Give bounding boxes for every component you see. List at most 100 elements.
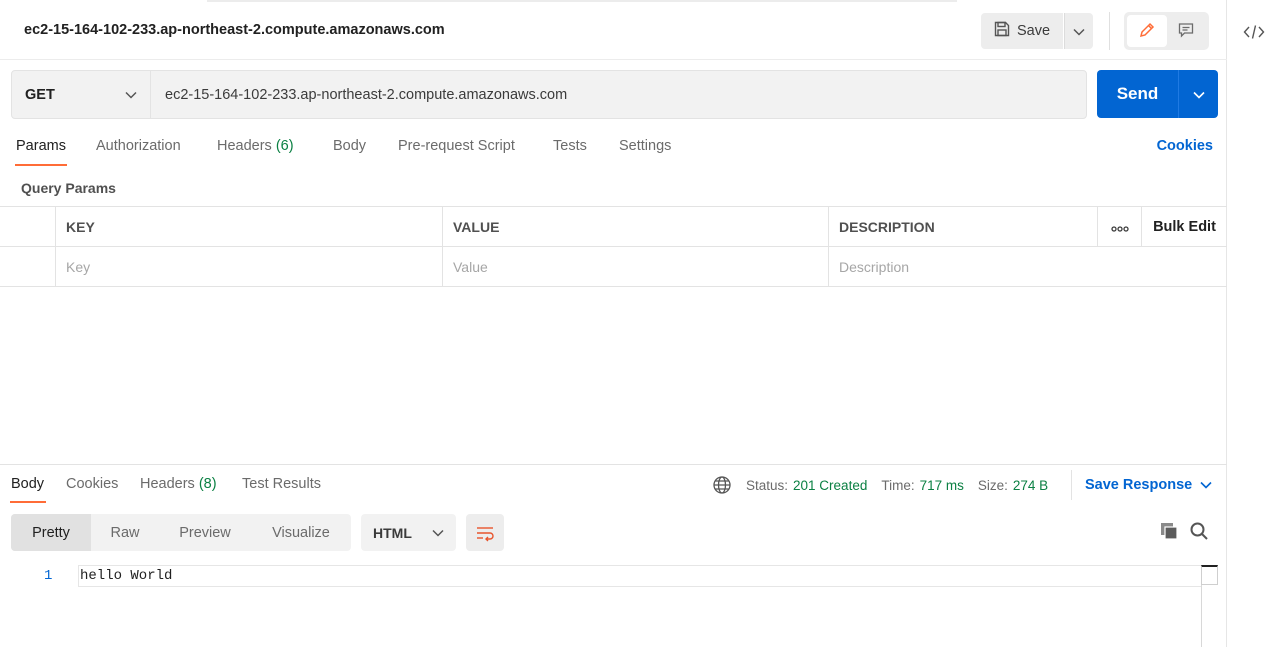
tab-label: Params	[16, 138, 66, 154]
url-input[interactable]	[151, 71, 1086, 118]
comment-icon	[1177, 21, 1195, 42]
tab-body[interactable]: Body	[333, 138, 366, 154]
column-header-description: DESCRIPTION	[828, 207, 1097, 247]
column-label: DESCRIPTION	[839, 219, 935, 235]
comment-mode-button[interactable]	[1167, 15, 1207, 47]
line-number: 1	[44, 568, 53, 584]
tab-label: Headers	[217, 138, 272, 154]
save-button[interactable]: Save	[981, 13, 1063, 49]
response-tab-headers[interactable]: Headers (8)	[140, 476, 217, 492]
cookies-link[interactable]: Cookies	[1157, 138, 1213, 154]
query-params-table: KEY VALUE DESCRIPTION Bulk Edit Key Valu…	[0, 206, 1227, 287]
tab-label: Headers	[140, 476, 195, 492]
table-more-button[interactable]	[1097, 207, 1141, 247]
description-input[interactable]: Description	[828, 247, 1227, 287]
tab-label: Authorization	[96, 138, 181, 154]
request-workspace: ec2-15-164-102-233.ap-northeast-2.comput…	[0, 0, 1227, 647]
url-bar: GET	[11, 70, 1087, 119]
column-header-value: VALUE	[442, 207, 829, 247]
value-input[interactable]: Value	[442, 247, 829, 287]
search-icon[interactable]	[1188, 520, 1210, 542]
save-response-label: Save Response	[1085, 477, 1193, 493]
globe-icon[interactable]	[712, 475, 732, 495]
table-row: Key Value Description	[0, 247, 1227, 287]
wrap-lines-icon	[475, 524, 495, 542]
chevron-down-icon	[1192, 86, 1205, 102]
tab-count-badge: (8)	[198, 476, 217, 492]
code-line[interactable]: hello World	[78, 565, 1202, 587]
tab-tests[interactable]: Tests	[553, 138, 587, 154]
response-view-modes: Pretty Raw Preview Visualize	[11, 514, 351, 551]
value-placeholder: Value	[453, 259, 488, 275]
tab-label: Tests	[553, 138, 587, 154]
save-label: Save	[1017, 23, 1051, 39]
query-params-heading: Query Params	[21, 180, 116, 196]
send-button-group: Send	[1097, 70, 1218, 118]
key-placeholder: Key	[66, 259, 91, 275]
request-header: ec2-15-164-102-233.ap-northeast-2.comput…	[0, 0, 1227, 60]
editor-scrollbar-thumb[interactable]	[1201, 565, 1218, 585]
request-tabs: Params Authorization Headers (6) Body Pr…	[0, 132, 1227, 168]
response-tab-cookies[interactable]: Cookies	[66, 476, 118, 492]
format-select[interactable]: HTML	[361, 514, 456, 551]
pencil-icon	[1138, 21, 1156, 42]
tab-label: Pre-request Script	[398, 138, 515, 154]
save-response-button[interactable]: Save Response	[1071, 470, 1212, 500]
send-options-button[interactable]	[1178, 70, 1218, 118]
response-meta: Status: 201 Created Time: 717 ms Size: 2…	[712, 474, 1048, 496]
method-select[interactable]: GET	[12, 71, 151, 118]
save-options-button[interactable]	[1064, 13, 1093, 49]
edit-mode-button[interactable]	[1127, 15, 1167, 47]
chevron-down-icon	[1073, 23, 1085, 39]
status-value[interactable]: 201 Created	[793, 478, 867, 493]
active-tab-indicator	[15, 164, 67, 166]
tab-strip-edge	[207, 0, 957, 2]
column-label: KEY	[66, 219, 95, 235]
time-label: Time:	[881, 477, 915, 493]
view-pretty-button[interactable]: Pretty	[11, 514, 91, 551]
tab-params[interactable]: Params	[16, 138, 66, 154]
tab-label: Body	[333, 138, 367, 154]
column-label: VALUE	[453, 219, 500, 235]
view-mode-toggle	[1124, 12, 1209, 50]
tab-pre-request-script[interactable]: Pre-request Script	[398, 138, 515, 154]
chevron-down-icon	[432, 529, 444, 537]
save-button-group: Save	[981, 13, 1093, 49]
table-header-row: KEY VALUE DESCRIPTION Bulk Edit	[0, 207, 1227, 247]
tab-label: Cookies	[66, 476, 119, 492]
copy-icon[interactable]	[1158, 520, 1180, 542]
save-icon	[993, 20, 1011, 42]
send-button[interactable]: Send	[1097, 70, 1178, 118]
tab-label: Body	[11, 476, 45, 492]
tab-count-badge: (6)	[275, 138, 294, 154]
size-value[interactable]: 274 B	[1013, 478, 1048, 493]
method-value: GET	[25, 86, 55, 103]
code-icon[interactable]	[1240, 18, 1268, 46]
view-visualize-button[interactable]: Visualize	[251, 514, 351, 551]
format-value: HTML	[373, 524, 412, 541]
row-checkbox-cell	[0, 247, 56, 287]
more-icon	[1110, 219, 1129, 235]
description-placeholder: Description	[839, 259, 910, 275]
response-body-editor[interactable]: 1 hello World	[0, 562, 1218, 647]
size-label: Size:	[977, 477, 1008, 493]
bulk-edit-button[interactable]: Bulk Edit	[1141, 207, 1227, 247]
active-tab-indicator	[10, 501, 46, 503]
view-raw-button[interactable]: Raw	[91, 514, 159, 551]
tab-authorization[interactable]: Authorization	[96, 138, 181, 154]
tab-headers[interactable]: Headers (6)	[217, 138, 294, 154]
header-divider	[1109, 12, 1110, 50]
chevron-down-icon	[125, 87, 137, 103]
request-title[interactable]: ec2-15-164-102-233.ap-northeast-2.comput…	[24, 22, 445, 38]
key-input[interactable]: Key	[55, 247, 442, 287]
status-label: Status:	[746, 477, 789, 493]
time-value[interactable]: 717 ms	[920, 478, 964, 493]
wrap-lines-button[interactable]	[466, 514, 504, 551]
view-preview-button[interactable]: Preview	[159, 514, 251, 551]
response-tab-body[interactable]: Body	[11, 476, 44, 492]
response-tab-test-results[interactable]: Test Results	[242, 476, 321, 492]
tab-settings[interactable]: Settings	[619, 138, 671, 154]
right-sidebar	[1228, 0, 1280, 647]
response-pane-divider[interactable]	[0, 464, 1227, 465]
column-header-key: KEY	[55, 207, 442, 247]
